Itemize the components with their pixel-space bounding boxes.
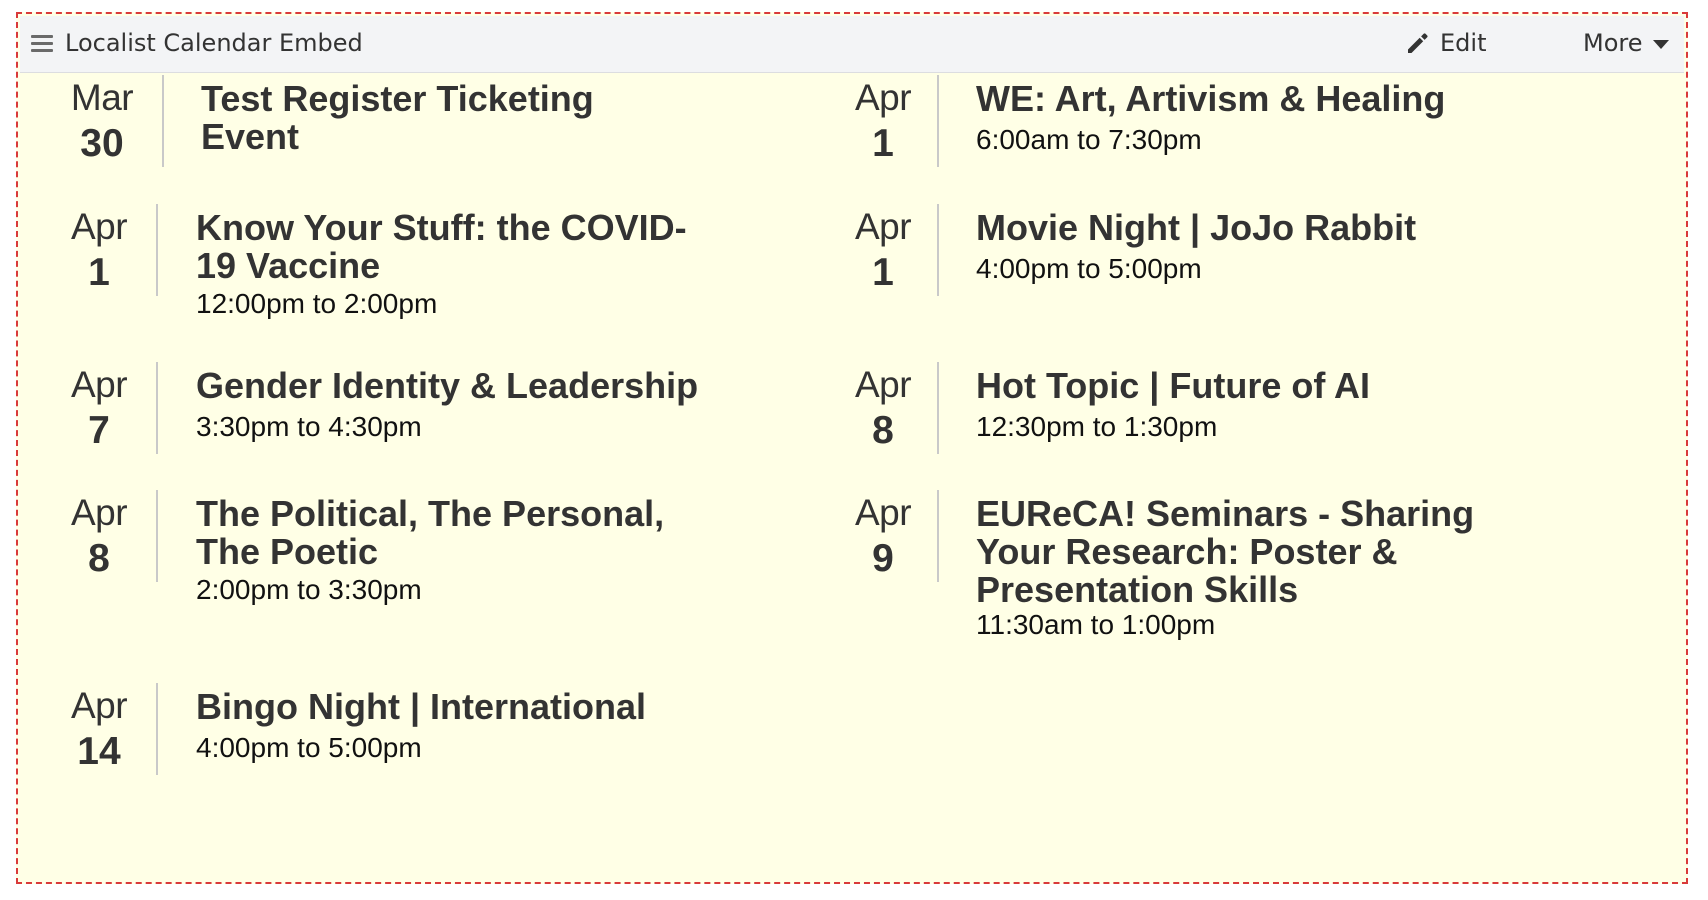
- event-title-link[interactable]: Test Register Ticketing Event: [201, 80, 641, 156]
- event-divider: [937, 204, 939, 296]
- event-divider: [162, 75, 164, 167]
- event-month: Apr: [70, 206, 128, 247]
- event-date: Apr 14: [47, 683, 151, 775]
- event-divider: [156, 362, 158, 454]
- localist-calendar-block: Localist Calendar Embed Edit More Mar 30…: [16, 12, 1688, 884]
- event-month: Mar: [70, 77, 134, 118]
- event-divider: [156, 490, 158, 582]
- event-day: 14: [77, 730, 121, 773]
- event-date: Apr 1: [831, 75, 935, 167]
- event-day: 8: [88, 537, 110, 580]
- event-divider: [937, 75, 939, 167]
- event-divider: [156, 204, 158, 296]
- event-title-link[interactable]: Gender Identity & Leadership: [196, 367, 836, 405]
- event-title-link[interactable]: The Political, The Personal, The Poetic: [196, 495, 696, 571]
- event-date: Apr 7: [47, 362, 151, 454]
- event-time: 4:00pm to 5:00pm: [196, 732, 422, 763]
- event-day: 9: [872, 537, 894, 580]
- event-month: Apr: [70, 685, 128, 726]
- event-month: Apr: [854, 206, 912, 247]
- event-title-link[interactable]: Know Your Stuff: the COVID-19 Vaccine: [196, 209, 696, 285]
- event-date: Apr 1: [47, 204, 151, 296]
- event-month: Apr: [854, 492, 912, 533]
- event-date: Apr 1: [831, 204, 935, 296]
- event-date: Mar 30: [50, 75, 154, 167]
- event-date: Apr 8: [47, 490, 151, 582]
- event-time: 11:30am to 1:00pm: [976, 609, 1216, 640]
- event-month: Apr: [854, 77, 912, 118]
- event-title-link[interactable]: WE: Art, Artivism & Healing: [976, 80, 1616, 118]
- event-month: Apr: [854, 364, 912, 405]
- event-title-link[interactable]: Movie Night | JoJo Rabbit: [976, 209, 1616, 247]
- event-divider: [937, 362, 939, 454]
- event-list: Mar 30 Test Register Ticketing Event Apr…: [18, 14, 1686, 882]
- event-day: 1: [88, 251, 110, 294]
- event-day: 1: [872, 122, 894, 165]
- event-date: Apr 8: [831, 362, 935, 454]
- event-day: 1: [872, 251, 894, 294]
- event-title-link[interactable]: EUReCA! Seminars - Sharing Your Research…: [976, 495, 1516, 609]
- event-divider: [937, 490, 939, 582]
- event-time: 6:00am to 7:30pm: [976, 124, 1202, 155]
- event-time: 12:30pm to 1:30pm: [976, 411, 1218, 442]
- event-title-link[interactable]: Hot Topic | Future of AI: [976, 367, 1616, 405]
- event-time: 12:00pm to 2:00pm: [196, 288, 438, 319]
- event-title-link[interactable]: Bingo Night | International: [196, 688, 836, 726]
- event-date: Apr 9: [831, 490, 935, 582]
- event-day: 7: [88, 409, 110, 452]
- event-day: 8: [872, 409, 894, 452]
- event-time: 4:00pm to 5:00pm: [976, 253, 1202, 284]
- event-day: 30: [80, 122, 124, 165]
- event-divider: [156, 683, 158, 775]
- event-month: Apr: [70, 364, 128, 405]
- event-time: 3:30pm to 4:30pm: [196, 411, 422, 442]
- event-time: 2:00pm to 3:30pm: [196, 574, 422, 605]
- event-month: Apr: [70, 492, 128, 533]
